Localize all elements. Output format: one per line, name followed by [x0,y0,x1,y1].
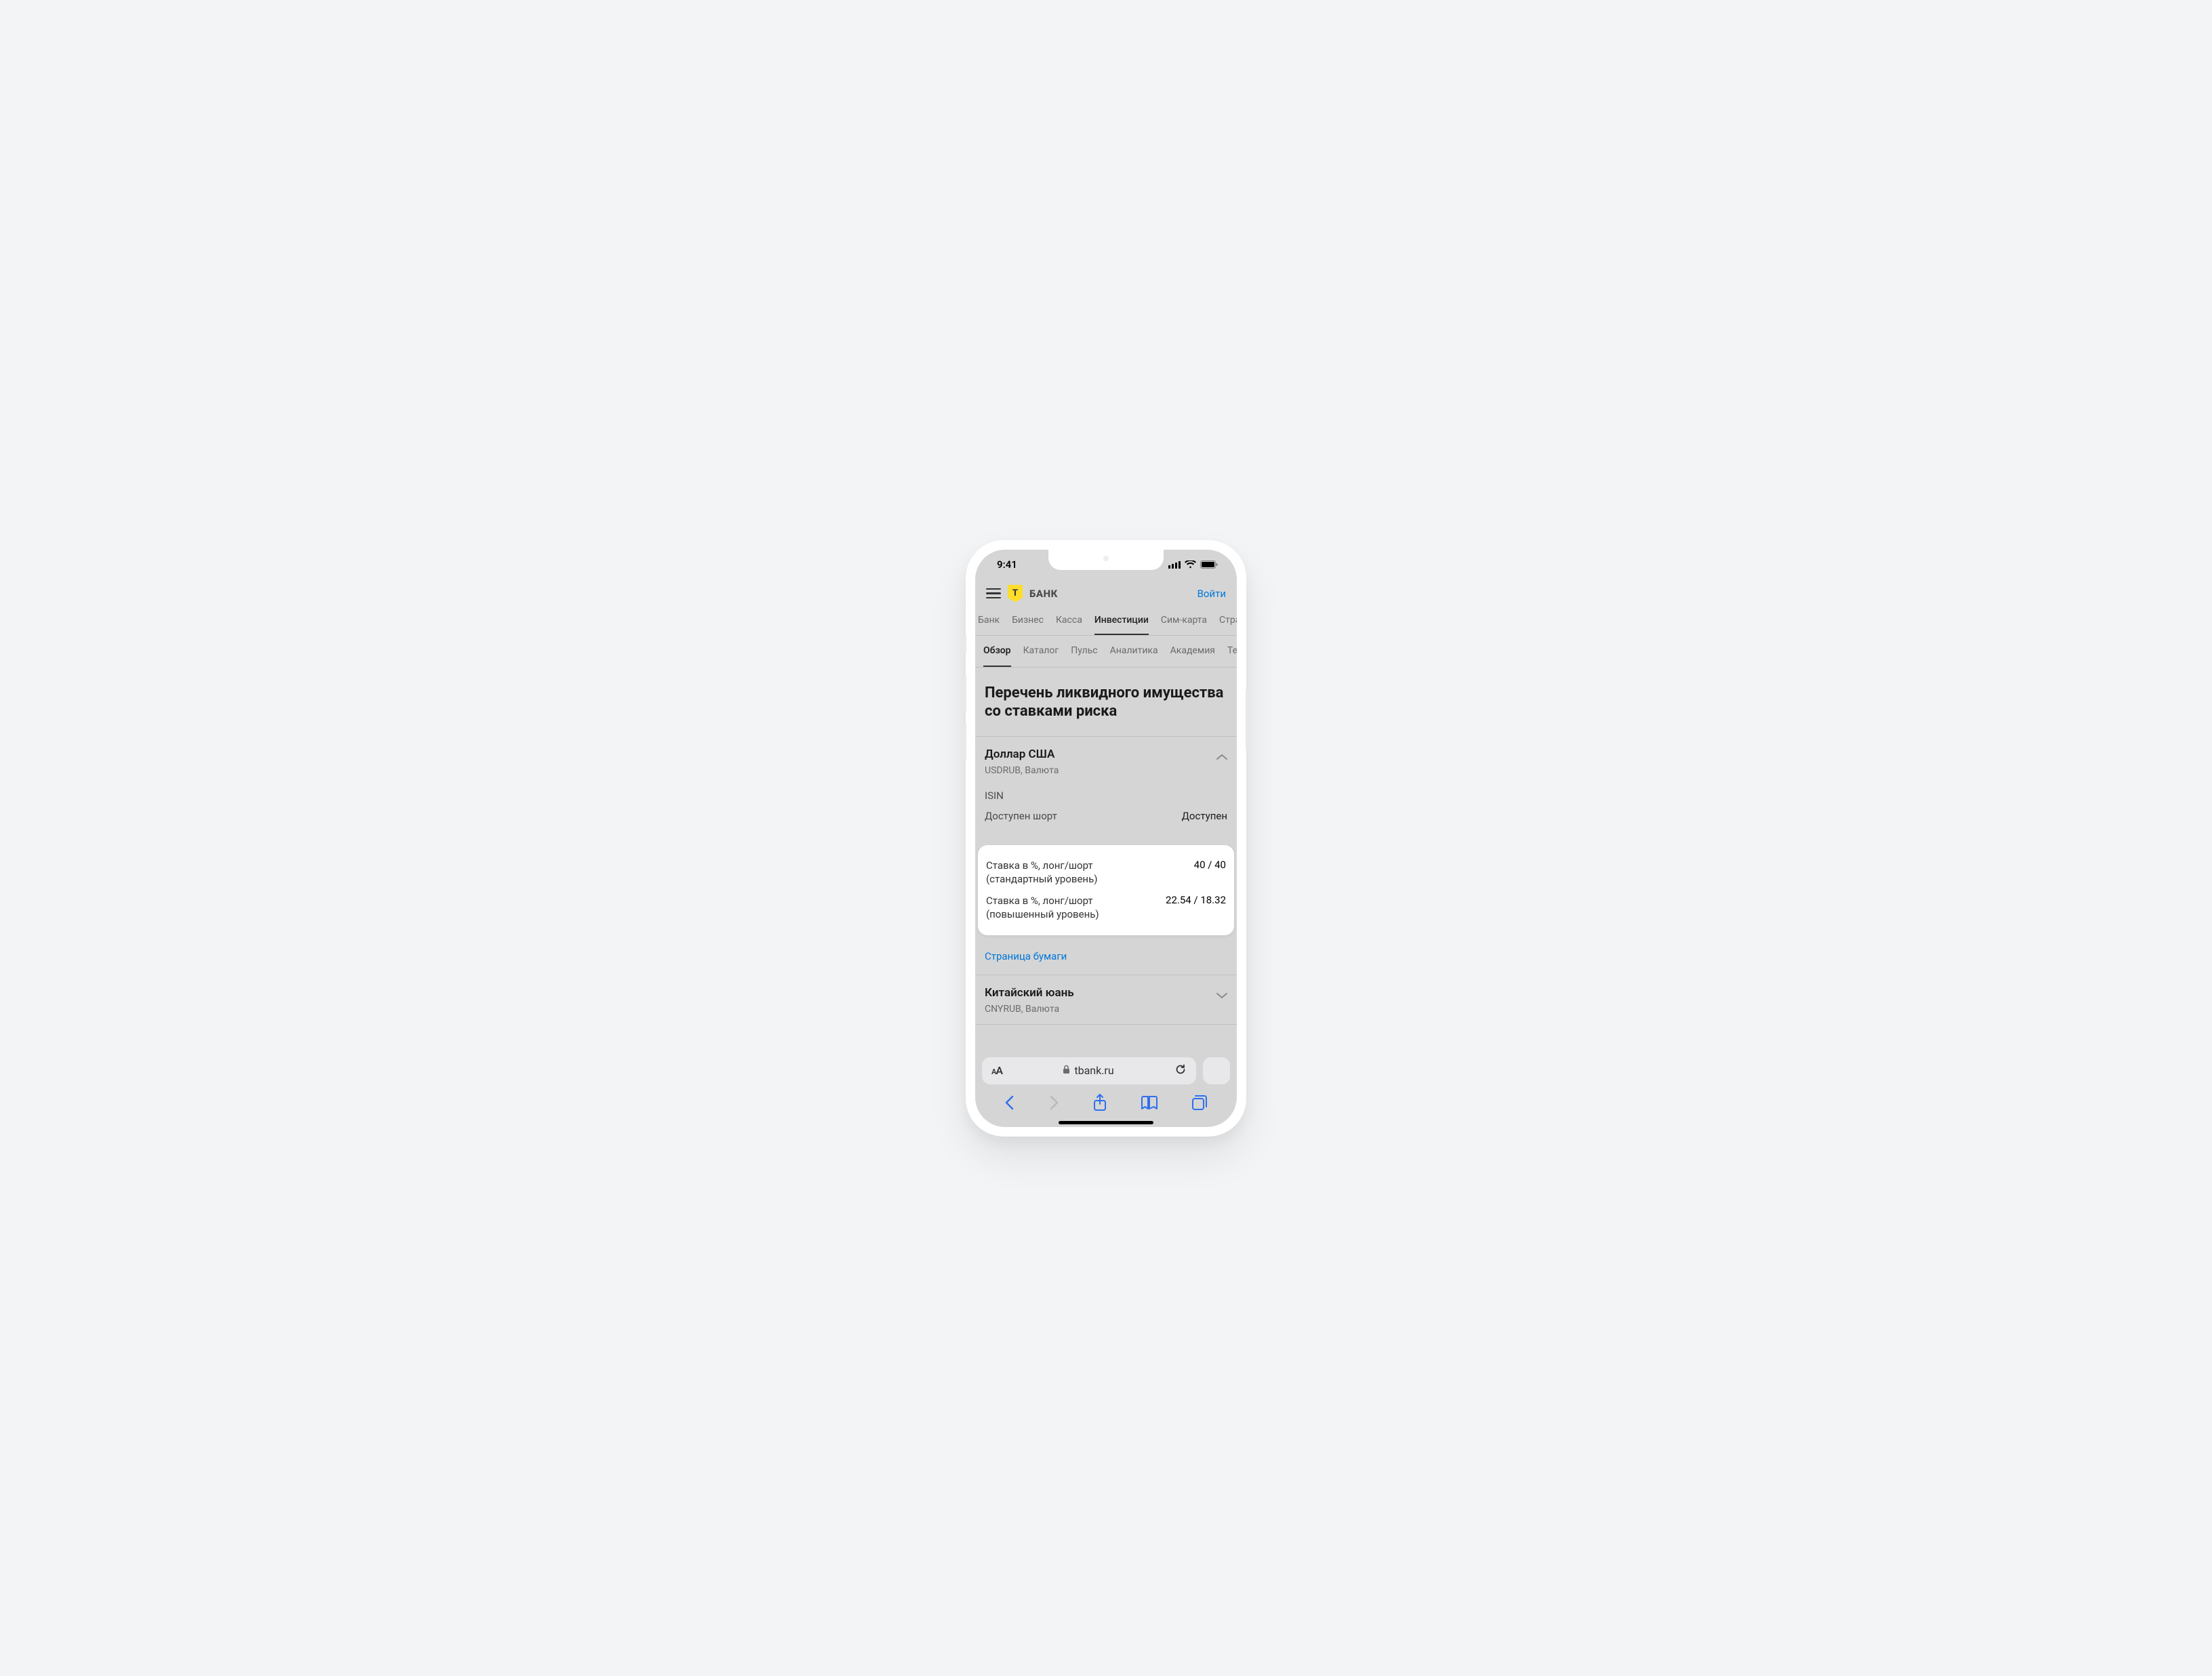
nav-kassa[interactable]: Касса [1056,615,1082,635]
short-value: Доступен [1182,810,1227,822]
bookmarks-button[interactable] [1141,1095,1158,1110]
url-display: tbank.ru [1063,1064,1113,1077]
lock-icon [1063,1064,1070,1077]
short-label: Доступен шорт [985,810,1057,822]
volume-down-button [964,723,966,760]
asset-title: Доллар США [985,748,1059,761]
forward-button[interactable] [1048,1095,1059,1111]
page-title: Перечень ликвидного имущества со ставкам… [975,668,1237,737]
instrument-page-link[interactable]: Страница бумаги [975,938,1237,975]
share-button[interactable] [1093,1094,1107,1111]
asset-item-usd: Доллар США USDRUB, Валюта ISIN Доступен … [975,737,1237,975]
browser-url-bar: AA tbank.ru [982,1057,1230,1084]
subnav-terminal[interactable]: Термин [1227,645,1237,667]
rates-card: Ставка в %, лонг/шорт (стандартный урове… [978,845,1234,935]
power-button [1246,689,1248,750]
asset-body-usd: ISIN Доступен шорт Доступен [975,785,1237,840]
status-time: 9:41 [997,558,1017,571]
nav-investments[interactable]: Инвестиции [1094,615,1149,635]
subnav-pulse[interactable]: Пульс [1071,645,1097,667]
rate-high-value: 22.54 / 18.32 [1166,894,1226,906]
nav-business[interactable]: Бизнес [1012,615,1044,635]
content: Перечень ликвидного имущества со ставкам… [975,668,1237,1050]
brand-logo-icon: T [1008,585,1023,602]
wifi-icon [1185,560,1196,569]
volume-up-button [964,676,966,713]
chevron-up-icon [1216,750,1227,763]
silence-switch [964,635,966,654]
asset-subtitle: USDRUB, Валюта [985,765,1059,776]
asset-header-usd[interactable]: Доллар США USDRUB, Валюта [975,737,1237,785]
subnav-academy[interactable]: Академия [1170,645,1215,667]
login-link[interactable]: Войти [1197,588,1226,600]
rate-std-value: 40 / 40 [1194,859,1226,871]
home-indicator[interactable] [1059,1121,1153,1124]
screen: 9:41 T БАНК Войти Банк Бизнес Касс [975,550,1237,1127]
primary-nav: Банк Бизнес Касса Инвестиции Сим-карта С… [975,608,1237,636]
asset-item-cny: Китайский юань CNYRUB, Валюта [975,975,1237,1025]
notch [1048,550,1164,570]
menu-button[interactable] [986,588,1001,599]
isin-label: ISIN [985,790,1004,802]
subnav-analytics[interactable]: Аналитика [1110,645,1158,667]
asset-subtitle: CNYRUB, Валюта [985,1004,1074,1015]
subnav-overview[interactable]: Обзор [983,645,1011,667]
nav-insurance[interactable]: Страхован [1219,615,1237,635]
text-size-button[interactable]: AA [991,1064,1002,1077]
nav-bank[interactable]: Банк [978,615,1000,635]
cellular-icon [1168,560,1181,569]
asset-header-cny[interactable]: Китайский юань CNYRUB, Валюта [975,975,1237,1024]
browser-toolbar [975,1084,1237,1116]
battery-icon [1200,560,1218,569]
reload-icon[interactable] [1174,1063,1187,1078]
rate-std-label: Ставка в %, лонг/шорт (стандартный урове… [986,859,1097,886]
url-text: tbank.ru [1074,1064,1113,1077]
url-pill[interactable]: AA tbank.ru [982,1057,1196,1084]
url-extra-button[interactable] [1203,1057,1230,1084]
secondary-nav: Обзор Каталог Пульс Аналитика Академия Т… [975,636,1237,668]
rate-high-label: Ставка в %, лонг/шорт (повышенный уровен… [986,894,1099,922]
phone-frame: 9:41 T БАНК Войти Банк Бизнес Касс [966,540,1246,1137]
chevron-down-icon [1216,989,1227,1002]
back-button[interactable] [1004,1095,1015,1111]
app-header: T БАНК Войти [975,579,1237,608]
subnav-catalog[interactable]: Каталог [1023,645,1059,667]
tabs-button[interactable] [1191,1095,1208,1111]
asset-title: Китайский юань [985,986,1074,1000]
nav-sim[interactable]: Сим-карта [1161,615,1207,635]
brand-name: БАНК [1029,588,1058,600]
status-icons [1168,560,1218,569]
